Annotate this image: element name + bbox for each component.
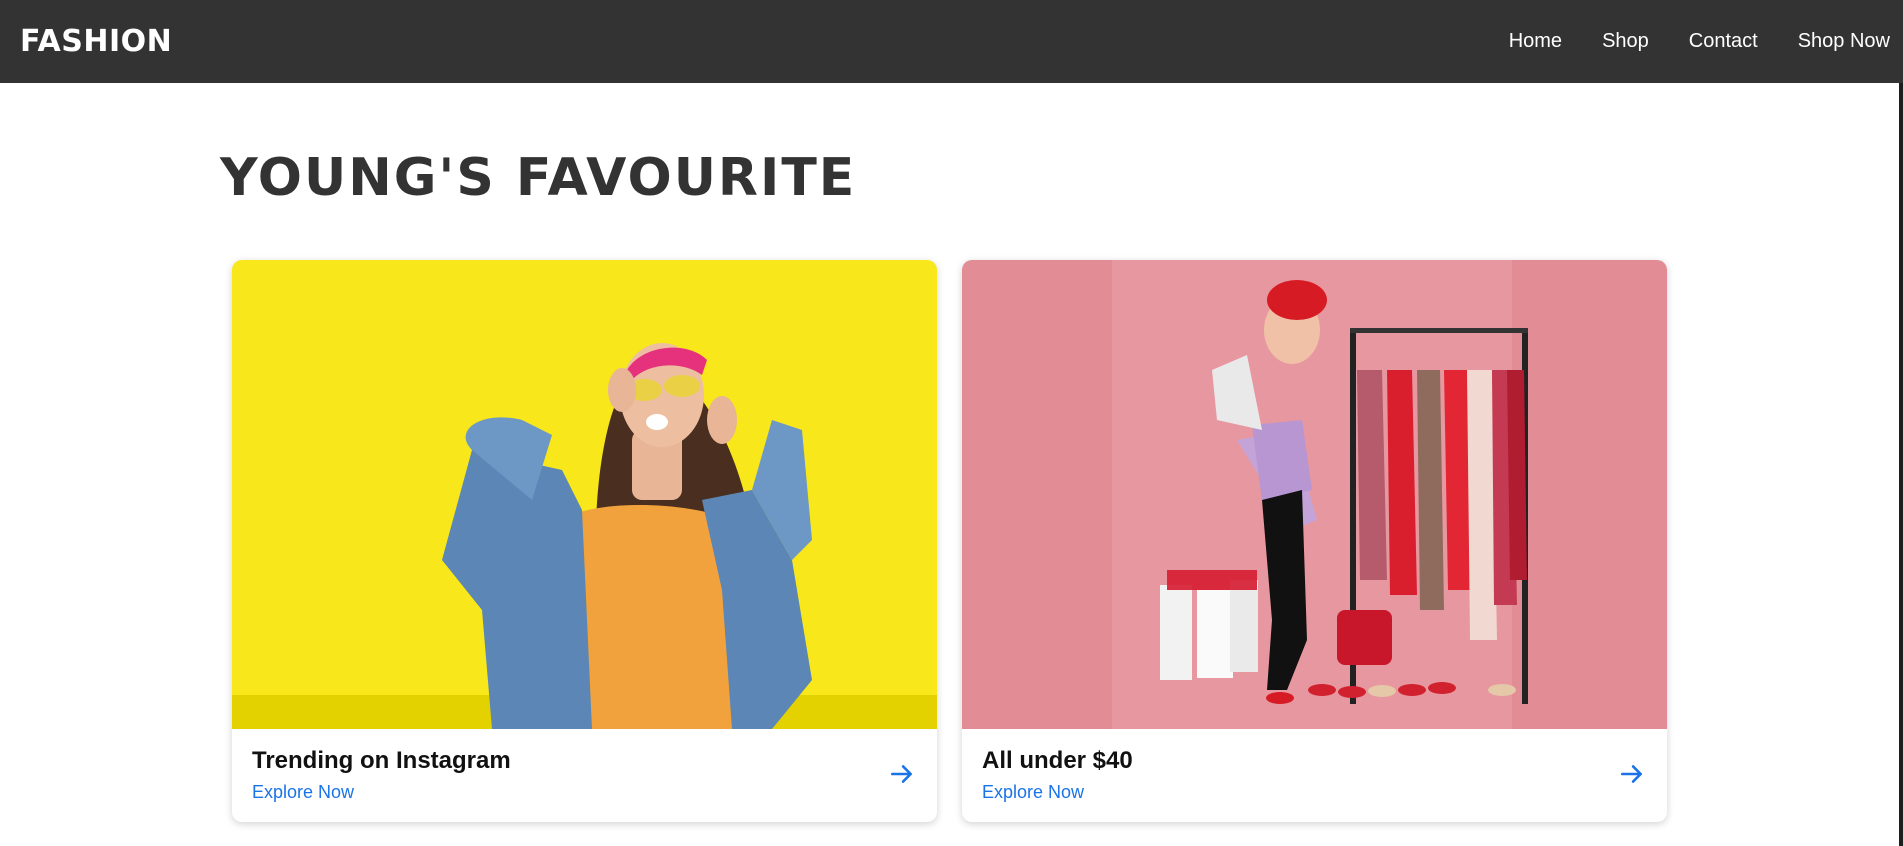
product-cards: Trending on Instagram Explore Now All un… <box>232 260 1667 822</box>
page-edge <box>1899 83 1903 846</box>
top-navbar: FASHION Home Shop Contact Shop Now <box>0 0 1903 83</box>
card-title: Trending on Instagram <box>252 747 511 774</box>
nav-link-contact[interactable]: Contact <box>1689 30 1758 53</box>
card-under-40[interactable]: All under $40 Explore Now <box>962 260 1667 822</box>
arrow-right-icon[interactable] <box>1619 761 1645 787</box>
card-title: All under $40 <box>982 747 1133 774</box>
nav-link-home[interactable]: Home <box>1509 30 1562 53</box>
card-footer: All under $40 Explore Now <box>962 729 1667 822</box>
explore-now-link[interactable]: Explore Now <box>252 782 354 803</box>
brand-logo[interactable]: FASHION <box>20 24 172 59</box>
card-image-yellow <box>232 260 937 729</box>
arrow-right-icon[interactable] <box>889 761 915 787</box>
card-trending-instagram[interactable]: Trending on Instagram Explore Now <box>232 260 937 822</box>
card-image-pink <box>962 260 1667 729</box>
nav-link-shop[interactable]: Shop <box>1602 30 1649 53</box>
explore-now-link[interactable]: Explore Now <box>982 782 1084 803</box>
nav-menu: Home Shop Contact Shop Now <box>1469 30 1890 53</box>
nav-link-shop-now[interactable]: Shop Now <box>1798 30 1890 53</box>
section-title: YOUNG'S FAVOURITE <box>220 148 857 208</box>
card-footer: Trending on Instagram Explore Now <box>232 729 937 822</box>
